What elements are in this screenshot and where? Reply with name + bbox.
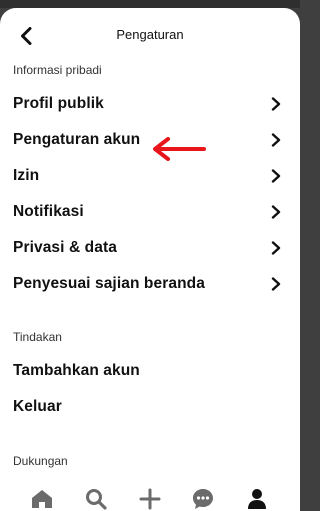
menu-item-logout[interactable]: Keluar xyxy=(0,391,300,423)
chevron-right-icon xyxy=(271,169,281,183)
chat-icon xyxy=(193,489,213,509)
chevron-right-icon xyxy=(271,241,281,255)
menu-item-label: Profil publik xyxy=(13,95,104,112)
chevron-right-icon xyxy=(271,133,281,147)
profile-icon xyxy=(248,489,266,509)
page-title: Pengaturan xyxy=(116,27,184,42)
nav-create-button[interactable] xyxy=(137,486,163,511)
menu-item-privacy-data[interactable]: Privasi & data xyxy=(0,232,300,264)
menu-item-label: Penyesuai sajian beranda xyxy=(13,275,205,292)
section-label-personal-info: Informasi pribadi xyxy=(13,63,102,77)
chevron-right-icon xyxy=(271,205,281,219)
nav-messages-button[interactable] xyxy=(190,486,216,511)
menu-item-label: Tambahkan akun xyxy=(13,362,140,379)
chevron-right-icon xyxy=(271,97,281,111)
menu-item-public-profile[interactable]: Profil publik xyxy=(0,88,300,120)
search-icon xyxy=(86,489,107,510)
section-label-actions: Tindakan xyxy=(13,330,62,344)
section-label-support: Dukungan xyxy=(13,454,68,468)
nav-home-button[interactable] xyxy=(29,486,55,511)
menu-item-notifications[interactable]: Notifikasi xyxy=(0,196,300,228)
plus-icon xyxy=(139,488,161,510)
menu-item-home-feed-tuner[interactable]: Penyesuai sajian beranda xyxy=(0,268,300,300)
menu-item-label: Izin xyxy=(13,167,40,184)
red-arrow-icon xyxy=(153,137,206,161)
menu-item-label: Keluar xyxy=(13,398,62,415)
bottom-nav xyxy=(0,478,300,511)
settings-sheet: Pengaturan Informasi pribadi Profil publ… xyxy=(0,8,300,511)
menu-item-label: Privasi & data xyxy=(13,239,117,256)
menu-item-add-account[interactable]: Tambahkan akun xyxy=(0,355,300,387)
nav-profile-button[interactable] xyxy=(244,486,270,511)
status-bar xyxy=(0,0,300,8)
nav-search-button[interactable] xyxy=(83,486,109,511)
chevron-right-icon xyxy=(271,277,281,291)
menu-item-permissions[interactable]: Izin xyxy=(0,160,300,192)
header: Pengaturan xyxy=(0,18,300,54)
menu-item-label: Notifikasi xyxy=(13,203,84,220)
home-icon xyxy=(32,490,52,508)
menu-item-label: Pengaturan akun xyxy=(13,131,141,148)
